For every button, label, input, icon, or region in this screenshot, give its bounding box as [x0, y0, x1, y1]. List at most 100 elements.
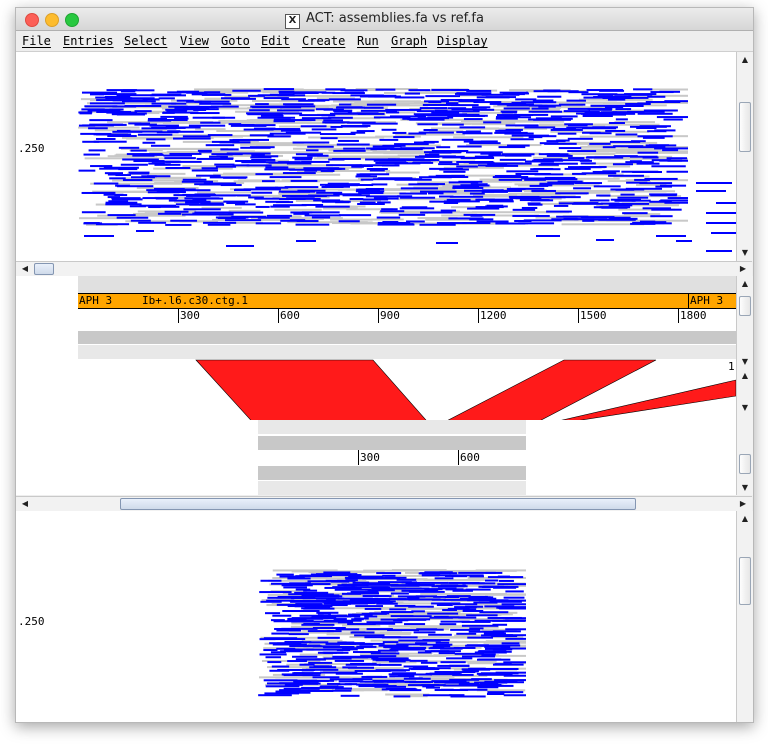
- scroll-up-arrow-icon[interactable]: ▲: [738, 56, 752, 64]
- top-horizontal-scrollbar[interactable]: ◀ ▶: [16, 261, 752, 277]
- read-mark: [323, 571, 351, 574]
- read-mark: [500, 647, 526, 650]
- read-mark-grey: [323, 207, 358, 210]
- read-mark: [293, 672, 322, 675]
- read-mark: [366, 621, 403, 624]
- read-mark: [301, 211, 340, 214]
- read-mark: [498, 579, 514, 582]
- scroll-down-arrow-icon[interactable]: ▼: [738, 249, 752, 257]
- read-mark: [537, 95, 562, 98]
- read-mark: [696, 182, 732, 184]
- read-mark: [465, 605, 484, 608]
- menu-entries[interactable]: Entries: [63, 34, 114, 48]
- top-plot-scroll-thumb[interactable]: [739, 102, 751, 152]
- read-mark: [435, 584, 467, 587]
- read-mark: [330, 125, 343, 128]
- read-mark: [262, 180, 275, 183]
- scroll-right-arrow-icon[interactable]: ▶: [736, 500, 750, 508]
- read-mark: [365, 195, 401, 198]
- query-view-vertical-scrollbar[interactable]: ▼: [736, 420, 753, 495]
- read-mark: [580, 162, 596, 165]
- read-mark: [438, 652, 456, 655]
- read-mark: [296, 240, 316, 242]
- read-mark: [439, 161, 453, 164]
- read-mark: [330, 574, 362, 577]
- menu-goto[interactable]: Goto: [221, 34, 250, 48]
- read-mark: [287, 577, 311, 580]
- read-mark: [317, 636, 340, 639]
- read-mark-grey: [371, 218, 404, 221]
- read-mark: [312, 676, 340, 679]
- read-mark: [165, 108, 188, 111]
- scroll-down-arrow-icon[interactable]: ▼: [738, 358, 752, 366]
- bottom-horizontal-scrollbar[interactable]: ◀ ▶: [16, 496, 752, 512]
- read-mark: [567, 137, 593, 140]
- read-mark: [449, 574, 484, 577]
- read-mark: [369, 94, 397, 97]
- read-mark: [593, 96, 625, 99]
- menu-view[interactable]: View: [180, 34, 209, 48]
- read-mark: [355, 605, 384, 608]
- read-mark: [487, 691, 524, 694]
- scroll-up-arrow-icon[interactable]: ▲: [738, 372, 752, 380]
- read-mark: [288, 633, 309, 636]
- read-mark: [456, 632, 477, 635]
- read-mark: [277, 109, 315, 112]
- scroll-left-arrow-icon[interactable]: ◀: [18, 265, 32, 273]
- read-mark: [546, 210, 572, 213]
- read-mark: [564, 167, 591, 170]
- read-mark: [161, 188, 196, 191]
- read-mark: [615, 133, 638, 136]
- comparison-block[interactable]: [195, 359, 433, 420]
- read-mark: [184, 197, 220, 200]
- read-mark: [201, 93, 232, 96]
- read-mark: [521, 101, 557, 104]
- read-mark: [78, 111, 93, 114]
- ref-view-vertical-scrollbar[interactable]: ▲ ▼ ▲ ▼: [736, 276, 753, 420]
- menu-create[interactable]: Create: [302, 34, 345, 48]
- scroll-up-arrow-icon[interactable]: ▲: [738, 280, 752, 288]
- read-mark: [485, 205, 508, 208]
- ref-scroll-thumb[interactable]: [739, 296, 751, 316]
- read-mark: [212, 116, 236, 119]
- read-mark: [165, 167, 191, 170]
- top-hscroll-thumb[interactable]: [34, 263, 54, 275]
- scroll-left-arrow-icon[interactable]: ◀: [18, 500, 32, 508]
- read-mark: [307, 145, 334, 148]
- menu-graph[interactable]: Graph: [391, 34, 427, 48]
- read-mark: [151, 102, 177, 105]
- query-scroll-thumb[interactable]: [739, 454, 751, 474]
- bottom-plot-scroll-thumb[interactable]: [739, 557, 751, 605]
- read-mark: [440, 661, 466, 664]
- menu-file[interactable]: File: [22, 34, 51, 48]
- top-plot-vertical-scrollbar[interactable]: ▲ ▼: [736, 52, 753, 261]
- read-mark: [196, 174, 221, 177]
- read-mark: [207, 223, 231, 226]
- bottom-hscroll-thumb[interactable]: [120, 498, 636, 510]
- menu-display[interactable]: Display: [437, 34, 488, 48]
- query-frame-strip-bottom: [258, 481, 526, 495]
- read-mark: [251, 158, 276, 161]
- bottom-plot-vertical-scrollbar[interactable]: ▲: [736, 511, 753, 722]
- menu-run[interactable]: Run: [357, 34, 379, 48]
- read-mark: [628, 146, 666, 149]
- read-mark: [651, 165, 686, 168]
- scroll-down-arrow-icon[interactable]: ▼: [738, 484, 752, 492]
- read-mark: [162, 111, 175, 114]
- read-mark: [255, 173, 273, 176]
- scroll-up-arrow-icon[interactable]: ▲: [738, 515, 752, 523]
- menu-select[interactable]: Select: [124, 34, 167, 48]
- scroll-right-arrow-icon[interactable]: ▶: [736, 265, 750, 273]
- read-mark: [501, 642, 520, 645]
- read-mark: [581, 93, 618, 96]
- read-mark: [142, 197, 179, 200]
- read-mark: [439, 168, 469, 171]
- read-mark: [360, 178, 374, 181]
- ref-right-marker: 1: [728, 360, 735, 373]
- scroll-down-arrow-icon[interactable]: ▼: [738, 404, 752, 412]
- read-mark: [430, 650, 450, 653]
- read-mark: [428, 647, 457, 650]
- read-mark: [269, 176, 302, 179]
- read-mark: [165, 160, 202, 163]
- menu-edit[interactable]: Edit: [261, 34, 290, 48]
